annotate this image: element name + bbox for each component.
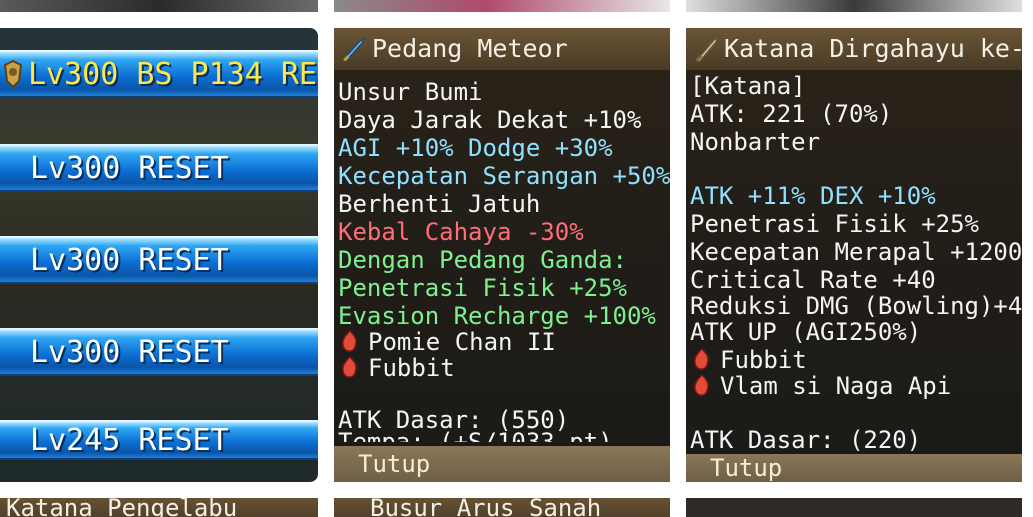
item-stat-line: Daya Jarak Dekat +10% [338,106,642,134]
bottom-card-title: Busur Arus Sanah [334,498,670,517]
crystal-name: Fubbit [720,346,807,374]
character-row-3[interactable]: Lv300 RESET [0,236,318,284]
character-row-label: Lv245 RESET [30,422,229,458]
character-row-2[interactable]: Lv300 RESET [0,144,318,192]
item-card-title-bar: Katana Dirgahayu ke-9 V [686,28,1022,70]
item-stat-line: ATK +11% DEX +10% [690,182,936,210]
character-row-label: Lv300 RESET [30,150,229,186]
character-row-4[interactable]: Lv300 RESET [0,328,318,376]
item-stat-line: Kebal Cahaya -30% [338,218,584,246]
crystal-icon [338,329,362,353]
item-stat-line: Penetrasi Fisik +25% [690,210,979,238]
item-stat-line: Nonbarter [690,128,821,156]
character-row-1[interactable]: Lv300 BS P134 RESET [0,50,318,98]
item-stat-line: Penetrasi Fisik +25% [338,274,627,302]
top-strip-middle [334,0,670,12]
bottom-tile-left: Katana Pengelabu [0,498,318,517]
crystal-name: Vlam si Naga Api [720,372,952,400]
item-card-pedang-meteor: Pedang Meteor Unsur Bumi Daya Jarak Deka… [334,28,670,482]
item-stat-line: Kecepatan Merapal +1200 [690,238,1022,266]
top-strip-left [0,0,318,12]
top-strip-right [686,0,1022,12]
item-stat-line: Berhenti Jatuh [338,190,541,218]
item-stat-line: Critical Rate +40 [690,266,936,294]
item-stat-line: Evasion Recharge +100% [338,302,656,330]
sword-icon [340,35,368,63]
item-name: Pedang Meteor [372,34,568,63]
item-stat-line: ATK: 221 (70%) [690,100,893,128]
item-stat-line: Reduksi DMG (Bowling)+40% [690,292,1022,320]
character-row-label: Lv300 RESET [30,242,229,278]
crystal-icon [690,347,714,371]
crystal-icon [338,355,362,379]
katana-icon [692,35,720,64]
close-button[interactable]: Tutup [686,454,1022,482]
bottom-card-title: Katana Pengelabu [0,498,318,517]
crest-icon [2,59,24,89]
item-card-title-bar: Pedang Meteor [334,28,670,70]
character-row-label: Lv300 BS P134 RESET [28,56,318,92]
character-list-panel: Lv300 BS P134 RESET Lv300 RESET Lv300 RE… [0,28,318,482]
crystal-name: Pomie Chan II [368,328,556,356]
item-stat-line: Kecepatan Serangan +50% [338,162,670,190]
crystal-slot: Vlam si Naga Api [690,372,951,400]
item-stat-line: Dengan Pedang Ganda: [338,246,627,274]
character-row-5[interactable]: Lv245 RESET [0,420,318,460]
item-stat-line: [Katana] [690,72,806,100]
item-name: Katana Dirgahayu ke-9 V [724,34,1022,63]
crystal-icon [690,373,714,397]
crystal-slot: Fubbit [690,346,807,374]
base-atk: ATK Dasar: (220) [690,426,922,454]
refine-line: Tempa: (+S/1033 pt) [338,428,613,442]
crystal-slot: Pomie Chan II [338,328,556,356]
item-stat-line: Unsur Bumi [338,78,483,106]
item-stat-line: ATK UP (AGI250%) [690,318,922,346]
crystal-name: Fubbit [368,354,455,382]
item-stat-line: AGI +10% Dodge +30% [338,134,613,162]
bottom-tile-middle: Busur Arus Sanah [334,498,670,517]
character-row-label: Lv300 RESET [30,334,229,370]
item-card-katana: Katana Dirgahayu ke-9 V [Katana] ATK: 22… [686,28,1022,482]
crystal-slot: Fubbit [338,354,455,382]
close-button[interactable]: Tutup [334,446,670,482]
bottom-tile-right [686,498,1022,517]
